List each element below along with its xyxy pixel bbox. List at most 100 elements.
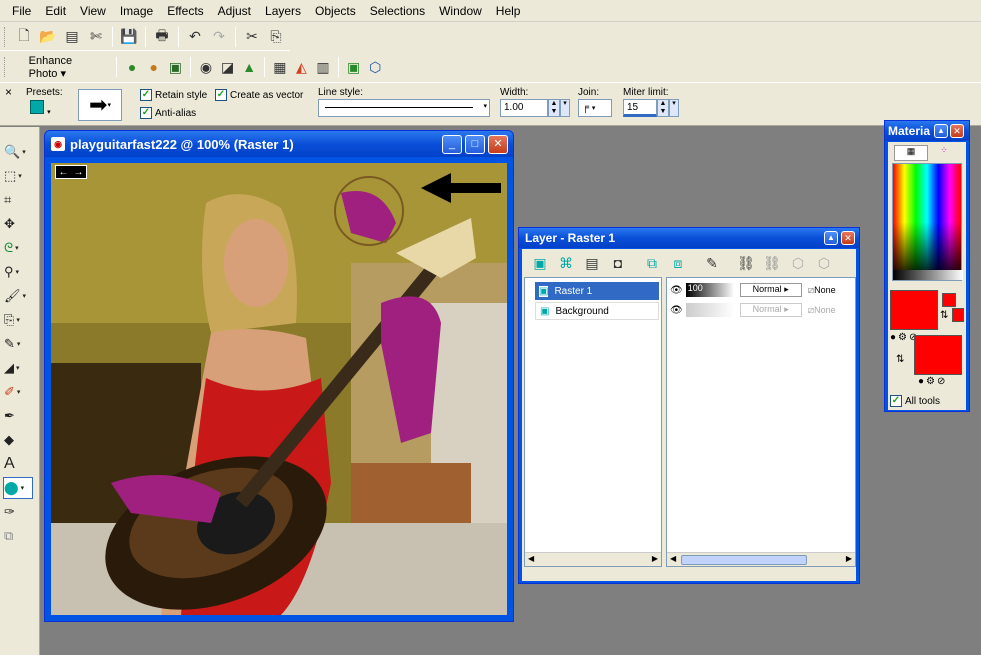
menu-objects[interactable]: Objects (315, 4, 356, 18)
tab-swatches[interactable]: ⁘ (928, 145, 960, 161)
toolbar-grip[interactable] (4, 26, 8, 47)
image-canvas[interactable]: ← → (51, 163, 507, 615)
link-mask-icon[interactable]: ⛓ (761, 252, 783, 274)
miter-limit-dropdown[interactable]: ▾ (669, 99, 679, 117)
color-mode-icon[interactable]: ● (890, 332, 896, 343)
anti-alias-checkbox[interactable]: ✓ Anti-alias (140, 107, 196, 119)
enhance-photo-dropdown[interactable]: Enhance Photo ▾ (20, 51, 113, 84)
scrollbar-thumb[interactable] (681, 555, 807, 565)
menu-adjust[interactable]: Adjust (218, 4, 251, 18)
background-small-swatch[interactable] (952, 308, 964, 322)
layer-list-scrollbar[interactable]: ◀ ▶ (525, 552, 661, 566)
picture-tube-tool[interactable]: ✐ ▾ (4, 381, 34, 403)
miter-limit-input[interactable]: 15 (623, 99, 657, 117)
texture-icon[interactable]: ⚙ (898, 332, 907, 343)
contrast-icon[interactable]: ◪ (218, 56, 238, 78)
foreground-swatch[interactable] (890, 290, 938, 330)
clone-brush-tool[interactable]: ⎘ ▾ (4, 309, 34, 331)
eraser-tool[interactable]: ◢ ▾ (4, 357, 34, 379)
new-file-icon[interactable]: 🗋 (13, 26, 35, 48)
redo-icon[interactable]: ↷ (208, 26, 230, 48)
transparent-icon[interactable]: ⊘ (937, 376, 945, 387)
zoom-tool[interactable]: 🔍 ▾ (4, 141, 34, 163)
swap-colors-icon[interactable]: ⇅ (940, 310, 948, 321)
menu-layers[interactable]: Layers (265, 4, 301, 18)
toolbar-grip[interactable] (4, 57, 8, 77)
miter-limit-spinner[interactable]: ▲ ▼ (657, 99, 669, 117)
join-dropdown[interactable]: ╒ ▾ (578, 99, 612, 117)
menu-file[interactable]: File (12, 4, 31, 18)
undo-icon[interactable]: ↶ (184, 26, 206, 48)
menu-help[interactable]: Help (496, 4, 521, 18)
menu-effects[interactable]: Effects (167, 4, 203, 18)
preset-shape-tool[interactable]: ⬤ ▾ (3, 477, 33, 499)
airbrush-tool[interactable]: ✒ (4, 405, 34, 427)
swap-materials-icon[interactable]: ⇅ (896, 354, 904, 365)
menu-window[interactable]: Window (439, 4, 482, 18)
line-style-dropdown[interactable]: ▾ (318, 99, 490, 117)
link-layer-icon[interactable]: ⛓ (735, 252, 757, 274)
close-button[interactable]: ✕ (488, 135, 508, 154)
presets-dropdown[interactable]: ▾ (30, 100, 60, 120)
overview-toggle[interactable]: ← → (55, 165, 87, 179)
blend-mode-dropdown[interactable]: Normal ▸ (739, 303, 802, 317)
retouch-tool[interactable]: ✎ ▾ (4, 333, 34, 355)
dropper-tool[interactable]: ⚲ ▾ (4, 261, 34, 283)
width-spinner[interactable]: ▲ ▼ (548, 99, 560, 117)
browse-icon[interactable]: ▤ (61, 26, 83, 48)
rollup-button[interactable]: ▲ (934, 124, 948, 138)
layers-titlebar[interactable]: Layer - Raster 1 (519, 228, 859, 248)
new-vector-layer-icon[interactable]: ⌘ (555, 252, 577, 274)
crop-tool[interactable]: ⌗ (4, 189, 34, 211)
color-balance-icon[interactable]: ● (144, 56, 164, 78)
pen-tool[interactable]: ✑ (4, 501, 34, 523)
layer-row-raster-1[interactable]: ▣ Raster 1 (535, 282, 659, 300)
close-button[interactable]: ✕ (950, 124, 964, 138)
new-art-media-layer-icon[interactable]: ▤ (581, 252, 603, 274)
width-input[interactable]: 1.00 (500, 99, 548, 117)
histogram-icon[interactable]: ▦ (270, 56, 290, 78)
menu-view[interactable]: View (80, 4, 106, 18)
maximize-button[interactable]: □ (465, 135, 485, 154)
sharpen-icon[interactable]: ◉ (196, 56, 216, 78)
opacity-slider[interactable]: 100 (685, 283, 734, 297)
edit-layer-icon[interactable]: ✎ (701, 252, 723, 274)
retain-style-checkbox[interactable]: ✓ Retain style (140, 89, 207, 101)
open-folder-icon[interactable]: 📂 (37, 26, 59, 48)
selection-tool[interactable]: ⬚ ▾ (4, 165, 34, 187)
visibility-eye-icon[interactable]: 👁 (670, 285, 683, 296)
new-mask-layer-icon[interactable]: ◘ (607, 252, 629, 274)
text-tool[interactable]: A (4, 453, 34, 475)
foreground-small-swatch[interactable] (942, 293, 956, 307)
save-icon[interactable]: 💾 (118, 26, 140, 48)
layer-props-scrollbar[interactable]: ◀ ▶ (667, 552, 855, 566)
tab-spectrum[interactable]: ▦ (894, 145, 928, 161)
delete-layer-icon[interactable]: ⬡ (813, 252, 835, 274)
arrow-style-dropdown[interactable]: ➡ ▾ (78, 89, 122, 121)
cut-icon[interactable]: ✂ (241, 26, 263, 48)
layer-row-background[interactable]: ▣ Background (535, 302, 659, 320)
width-dropdown[interactable]: ▾ (560, 99, 570, 117)
duplicate-layer-icon[interactable]: ⧉ (641, 252, 663, 274)
lock-layer-icon[interactable]: ⬡ (787, 252, 809, 274)
flood-fill-tool[interactable]: ◆ (4, 429, 34, 451)
menu-edit[interactable]: Edit (45, 4, 66, 18)
freehand-selection-tool[interactable]: ᘓ ▾ (4, 237, 34, 259)
all-tools-checkbox[interactable]: ✓ All tools (890, 395, 940, 407)
paint-brush-tool[interactable]: 🖌 ▾ (4, 285, 34, 307)
photo-fix-icon[interactable]: ▣ (166, 56, 186, 78)
background-swatch[interactable] (914, 335, 962, 375)
warp-tool[interactable]: ⧉ (4, 525, 34, 547)
color-mode-icon[interactable]: ● (918, 376, 924, 387)
color-adjust-icon[interactable]: ◭ (292, 56, 312, 78)
photo-frame-icon[interactable]: ▣ (344, 56, 364, 78)
rollup-button[interactable]: ▲ (824, 231, 838, 245)
copy-icon[interactable]: ⎘ (265, 26, 287, 48)
print-icon[interactable]: 🖶 (151, 26, 173, 48)
visibility-eye-icon[interactable]: 👁 (670, 305, 683, 316)
close-button[interactable]: ✕ (841, 231, 855, 245)
blend-mode-dropdown[interactable]: Normal ▸ (739, 283, 802, 297)
close-options-icon[interactable]: × (5, 85, 12, 99)
scan-icon[interactable]: ✄ (85, 26, 107, 48)
levels-icon[interactable]: ▲ (239, 56, 259, 78)
